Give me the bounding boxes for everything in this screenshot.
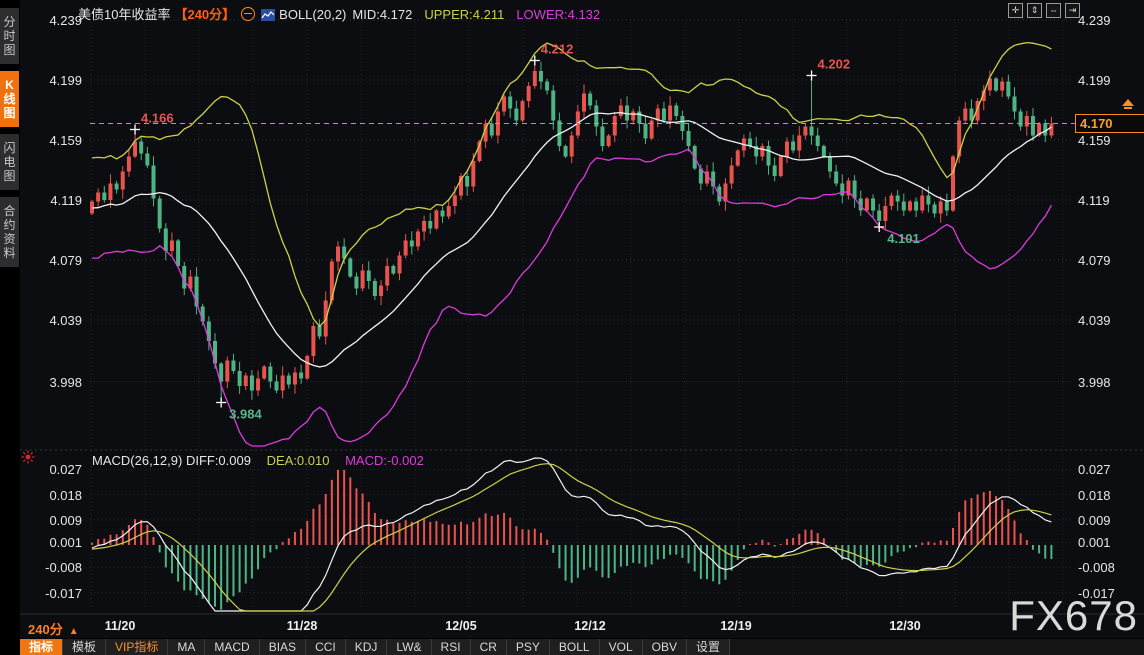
macd-axis-label-right: 0.009 bbox=[1078, 513, 1140, 528]
macd-axis-label-right: 0.027 bbox=[1078, 462, 1140, 477]
macd-axis-label-right: -0.008 bbox=[1078, 560, 1140, 575]
chevron-up-icon: ▲ bbox=[69, 626, 79, 637]
toolbar-button-PSY[interactable]: PSY bbox=[507, 639, 550, 655]
indicator-toolbar: 指标模板VIP指标MAMACDBIASCCIKDJLW&RSICRPSYBOLL… bbox=[20, 638, 1144, 655]
y-axis-label-right: 4.159 bbox=[1078, 133, 1140, 148]
indicator-thumbnail-icon[interactable] bbox=[261, 9, 275, 21]
y-axis-label-right: 4.079 bbox=[1078, 253, 1140, 268]
toolbar-button-LW&[interactable]: LW& bbox=[387, 639, 431, 655]
sidebar-tab-K线图[interactable]: K线图 bbox=[0, 71, 19, 127]
y-axis-label-left: 4.199 bbox=[20, 73, 82, 88]
macd-dea-value: DEA:0.010 bbox=[267, 453, 330, 468]
macd-header: MACD(26,12,9) DIFF:0.009 DEA:0.010 MACD:… bbox=[92, 453, 424, 468]
chart-tool-buttons: ✛ ⇕ ⇔ ⇥ bbox=[1008, 3, 1080, 18]
y-axis-label-right: 4.199 bbox=[1078, 73, 1140, 88]
toolbar-button-MACD[interactable]: MACD bbox=[205, 639, 259, 655]
x-axis-date: 12/30 bbox=[889, 619, 920, 633]
sidebar-tab-闪电图[interactable]: 闪电图 bbox=[0, 134, 19, 190]
boll-lower-value: LOWER:4.132 bbox=[516, 7, 600, 22]
toolbar-button-CR[interactable]: CR bbox=[471, 639, 507, 655]
macd-axis-label-left: 0.001 bbox=[20, 535, 82, 550]
macd-axis-label-right: 0.018 bbox=[1078, 488, 1140, 503]
y-axis-label-right: 3.998 bbox=[1078, 375, 1140, 390]
macd-diff-value: DIFF:0.009 bbox=[186, 453, 251, 468]
toolbar-button-设置[interactable]: 设置 bbox=[687, 639, 730, 655]
pan-tool-icon[interactable]: ✛ bbox=[1008, 3, 1023, 18]
toolbar-button-MA[interactable]: MA bbox=[168, 639, 205, 655]
boll-upper-value: UPPER:4.211 bbox=[424, 7, 504, 22]
scroll-to-price-icon[interactable] bbox=[1122, 99, 1134, 110]
x-axis-date: 11/28 bbox=[287, 619, 318, 633]
macd-axis-label-left: 0.027 bbox=[20, 462, 82, 477]
y-axis-label-left: 4.079 bbox=[20, 253, 82, 268]
macd-axis-label-left: -0.017 bbox=[20, 586, 82, 601]
axis-zoom-vertical-icon[interactable]: ⇕ bbox=[1027, 3, 1042, 18]
x-axis-date: 11/20 bbox=[105, 619, 136, 633]
candlestick-chart-canvas[interactable]: 4.166 3.984 4.212 4.202 4.101 bbox=[0, 0, 1144, 655]
boll-label: BOLL(20,2) bbox=[279, 7, 346, 22]
y-axis-label-left: 4.039 bbox=[20, 313, 82, 328]
macd-axis-label-left: 0.018 bbox=[20, 488, 82, 503]
x-axis-date: 12/05 bbox=[445, 619, 476, 633]
toolbar-button-BOLL[interactable]: BOLL bbox=[550, 639, 600, 655]
axis-zoom-horizontal-icon[interactable]: ⇔ bbox=[1046, 3, 1061, 18]
macd-axis-label-left: -0.008 bbox=[20, 560, 82, 575]
chart-header: 美债10年收益率【240分】 BOLL(20,2) MID:4.172 UPPER:4… bbox=[78, 4, 600, 23]
chart-application-window: 4.1663.9844.2124.2024.101 分时图K线图闪电图合约资料 … bbox=[0, 0, 1144, 655]
alert-dot-icon bbox=[21, 450, 35, 464]
toolbar-button-OBV[interactable]: OBV bbox=[643, 639, 687, 655]
macd-name: MACD(26,12,9) bbox=[92, 453, 182, 468]
svg-text:4.166: 4.166 bbox=[141, 111, 174, 126]
toolbar-button-模板[interactable]: 模板 bbox=[63, 639, 106, 655]
boll-mid-value: MID:4.172 bbox=[352, 7, 412, 22]
y-axis-label-left: 4.159 bbox=[20, 133, 82, 148]
y-axis-label-right: 4.119 bbox=[1078, 193, 1140, 208]
toolbar-button-KDJ[interactable]: KDJ bbox=[346, 639, 388, 655]
y-axis-label-left: 3.998 bbox=[20, 375, 82, 390]
minus-circle-icon[interactable] bbox=[241, 7, 255, 21]
period-switch[interactable]: 240分▲ bbox=[28, 619, 79, 638]
time-axis-row: 240分▲ 11/20 11/28 12/05 12/12 12/19 12/30 bbox=[20, 615, 1144, 638]
macd-axis-label-right: 0.001 bbox=[1078, 535, 1140, 550]
x-axis-date: 12/12 bbox=[574, 619, 605, 633]
symbol-title: 美债10年收益率 bbox=[78, 7, 170, 22]
toolbar-button-RSI[interactable]: RSI bbox=[432, 639, 471, 655]
macd-axis-label-left: 0.009 bbox=[20, 513, 82, 528]
svg-text:4.101: 4.101 bbox=[887, 231, 920, 246]
toolbar-button-指标[interactable]: 指标 bbox=[20, 639, 63, 655]
x-axis-date: 12/19 bbox=[720, 619, 751, 633]
y-axis-label-left: 4.239 bbox=[20, 13, 82, 28]
svg-text:4.202: 4.202 bbox=[818, 57, 851, 72]
macd-hist-value: MACD:-0.002 bbox=[345, 453, 424, 468]
y-axis-label-left: 4.119 bbox=[20, 193, 82, 208]
chart-mode-tabs: 分时图 K线图闪电图合约资料 bbox=[0, 0, 20, 267]
left-sidebar: 分时图 K线图闪电图合约资料 bbox=[0, 0, 20, 655]
shift-right-icon[interactable]: ⇥ bbox=[1065, 3, 1080, 18]
sidebar-tab-合约资料[interactable]: 合约资料 bbox=[0, 197, 19, 267]
y-axis-label-right: 4.239 bbox=[1078, 13, 1140, 28]
toolbar-button-VIP指标[interactable]: VIP指标 bbox=[106, 639, 168, 655]
current-price-badge: 4.170 bbox=[1075, 114, 1144, 133]
toolbar-button-BIAS[interactable]: BIAS bbox=[260, 639, 306, 655]
y-axis-label-right: 4.039 bbox=[1078, 313, 1140, 328]
toolbar-button-VOL[interactable]: VOL bbox=[600, 639, 643, 655]
watermark-logo: FX678 bbox=[1009, 592, 1138, 640]
svg-text:3.984: 3.984 bbox=[229, 407, 262, 422]
sidebar-tab-分时图[interactable]: 分时图 bbox=[0, 8, 19, 64]
period-label: 【240分】 bbox=[174, 7, 235, 22]
svg-text:4.212: 4.212 bbox=[541, 42, 574, 57]
toolbar-button-CCI[interactable]: CCI bbox=[306, 639, 346, 655]
